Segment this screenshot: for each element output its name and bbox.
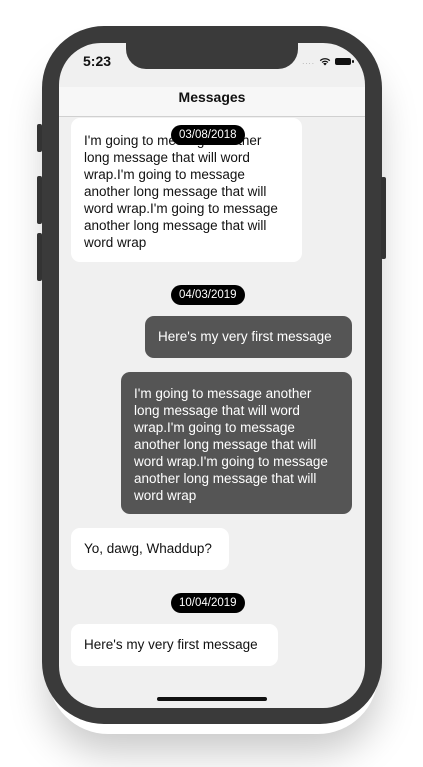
page-title: Messages	[178, 89, 246, 105]
status-time: 5:23	[83, 53, 112, 69]
status-icons: ....	[302, 55, 354, 67]
home-indicator[interactable]	[157, 697, 267, 701]
message-text: Yo, dawg, Whaddup?	[84, 541, 212, 556]
message-text: I'm going to message another long messag…	[84, 133, 278, 250]
date-separator: 03/08/2018	[171, 125, 245, 145]
volume-down-button	[37, 233, 42, 281]
silent-switch	[37, 124, 42, 152]
status-bar: 5:23 ....	[59, 43, 365, 87]
date-separator: 10/04/2019	[171, 593, 245, 613]
message-text: Here's my very first message	[84, 637, 258, 652]
navigation-bar: Messages	[59, 87, 365, 117]
message-bubble-incoming[interactable]: Here's my very first message	[71, 624, 278, 666]
date-separator: 04/03/2019	[171, 285, 245, 305]
message-bubble-outgoing[interactable]: Here's my very first message	[145, 316, 352, 358]
power-button	[381, 177, 386, 259]
message-text: Here's my very first message	[158, 329, 332, 344]
notch	[126, 43, 298, 69]
message-bubble-outgoing[interactable]: I'm going to message another long messag…	[121, 372, 352, 514]
message-text: I'm going to message another long messag…	[134, 386, 328, 503]
wifi-icon	[319, 57, 331, 65]
signal-icon: ....	[302, 56, 315, 66]
message-bubble-incoming[interactable]: Yo, dawg, Whaddup?	[71, 528, 229, 570]
battery-icon	[335, 57, 354, 65]
volume-up-button	[37, 176, 42, 224]
phone-screen: 5:23 .... Messages I'm going to message …	[59, 43, 365, 708]
